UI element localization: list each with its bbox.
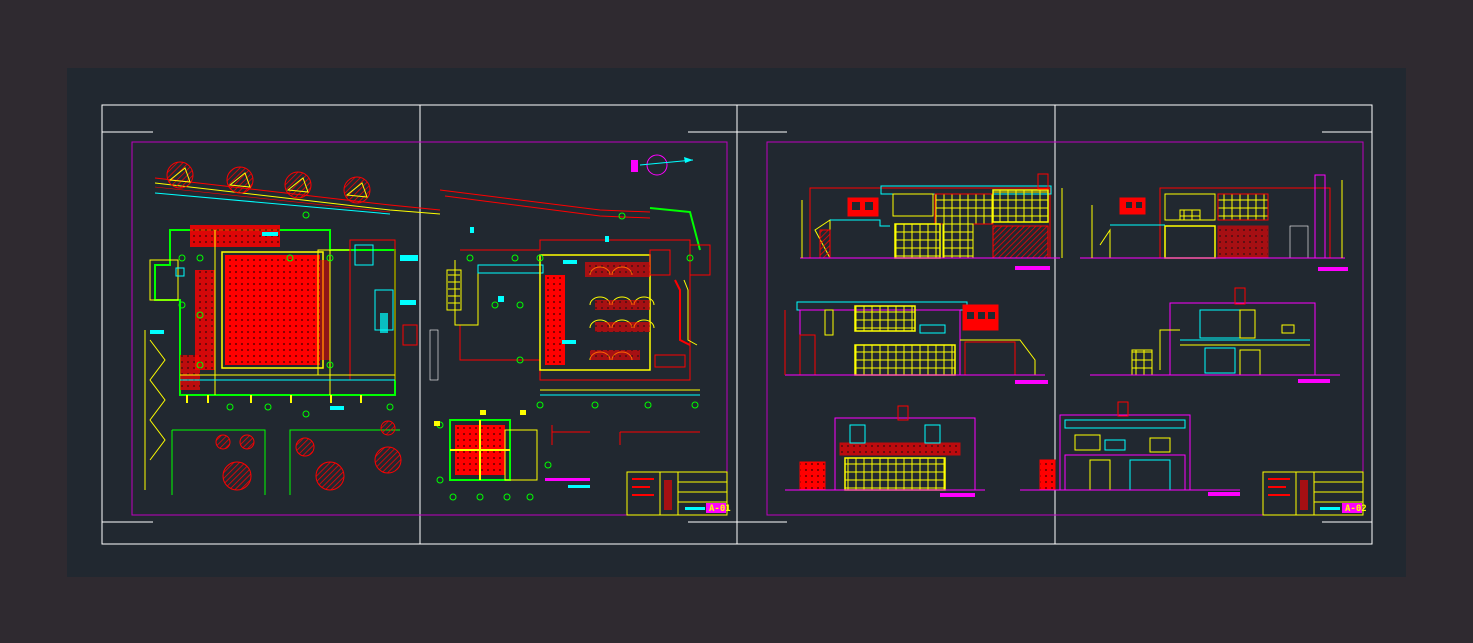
tree-icon [315, 461, 345, 491]
drawing-canvas[interactable]: A-01 A-02 [0, 0, 1473, 643]
tree-icon [374, 446, 402, 474]
tree-icon [284, 171, 312, 199]
tree-icon [215, 434, 231, 450]
tree-icon [239, 434, 255, 450]
tree-icon [222, 461, 252, 491]
tree-icon [226, 166, 254, 194]
tree-icon [380, 420, 396, 436]
tree-icon [295, 437, 315, 457]
sheet-number: A-01 [709, 504, 731, 514]
cad-viewport[interactable]: A-01 A-02 [0, 0, 1473, 643]
sheet-number: A-02 [1345, 504, 1367, 514]
tree-icon [343, 176, 371, 204]
tree-icon [166, 161, 194, 189]
